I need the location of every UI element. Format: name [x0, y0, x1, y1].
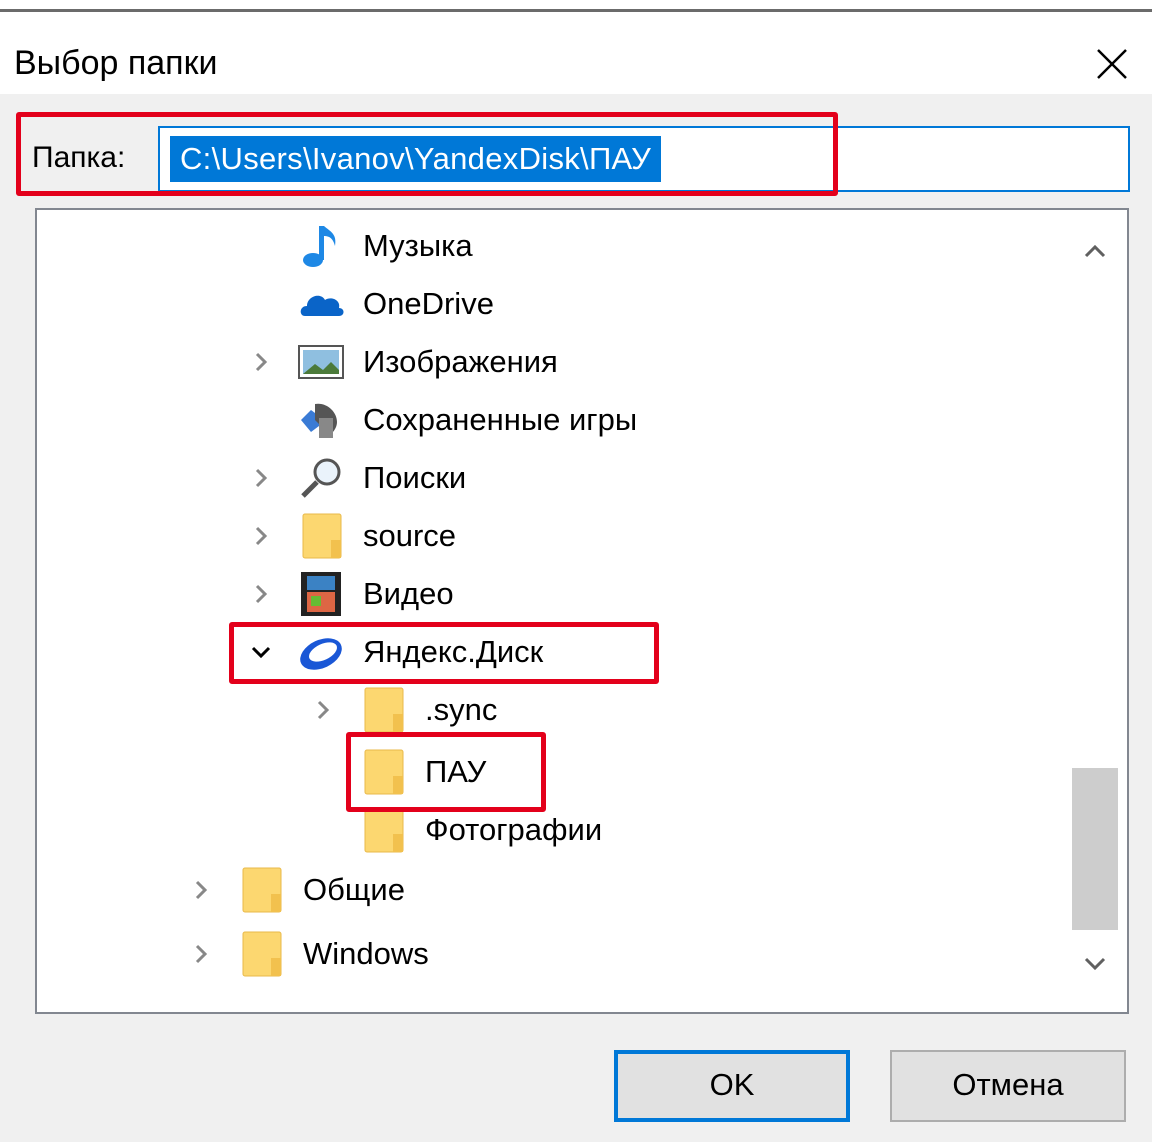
tree-item[interactable]: Видео [37, 566, 1067, 624]
scroll-thumb[interactable] [1072, 768, 1118, 930]
tree-item-label: OneDrive [363, 286, 494, 321]
scroll-up-button[interactable] [1070, 226, 1120, 276]
close-button[interactable] [1088, 40, 1136, 88]
title-bar: Выбор папки [0, 14, 1152, 94]
tree-item-label: Общие [303, 872, 405, 907]
chevron-right-icon[interactable] [247, 580, 275, 608]
path-highlight-box [16, 112, 838, 196]
folder-icon [359, 806, 407, 854]
tree-item[interactable]: Фотографии [37, 802, 1067, 860]
folder-icon [237, 866, 285, 914]
tree-item[interactable]: source [37, 508, 1067, 566]
folder-icon [297, 512, 345, 560]
tree-item[interactable]: Изображения [37, 334, 1067, 392]
search-icon [297, 454, 345, 502]
tree-item-label: .sync [425, 692, 498, 727]
chevron-right-icon[interactable] [187, 876, 215, 904]
chevron-right-icon[interactable] [247, 348, 275, 376]
dialog-title: Выбор папки [14, 44, 218, 82]
tree-item[interactable]: Windows [37, 926, 1067, 984]
tree-item-label: Windows [303, 936, 429, 971]
tree-item-label: Сохраненные игры [363, 402, 638, 437]
tree-item[interactable]: Поиски [37, 450, 1067, 508]
saved-games-icon [297, 396, 345, 444]
tree-item[interactable]: OneDrive [37, 276, 1067, 334]
yandex-disk-highlight-box [229, 622, 659, 684]
chevron-right-icon[interactable] [309, 696, 337, 724]
tree-item-label: Поиски [363, 460, 467, 495]
tree-item[interactable]: .sync [37, 682, 1067, 740]
folder-tree[interactable]: Музыка OneDrive Изображения Сохраненные игр… [35, 208, 1129, 1014]
chevron-down-icon [1084, 957, 1106, 971]
onedrive-icon [297, 280, 345, 328]
tree-item[interactable]: ПАУ [37, 744, 1067, 802]
folder-icon [237, 930, 285, 978]
tree-item-label: Изображения [363, 344, 558, 379]
folder-icon [359, 686, 407, 734]
tree-item[interactable]: Общие [37, 862, 1067, 920]
cancel-button[interactable]: Отмена [890, 1050, 1126, 1122]
scroll-down-button[interactable] [1070, 938, 1120, 988]
tree-item-label: source [363, 518, 457, 553]
video-icon [297, 570, 345, 618]
chevron-up-icon [1084, 244, 1106, 258]
tree-item[interactable]: Музыка [37, 218, 1067, 276]
close-icon [1097, 49, 1127, 79]
chevron-right-icon[interactable] [247, 522, 275, 550]
pau-highlight-box [346, 732, 546, 812]
tree-item-label: Фотографии [425, 812, 603, 847]
window-top-border [0, 0, 1152, 12]
pictures-icon [297, 338, 345, 386]
ok-button[interactable]: OK [614, 1050, 850, 1122]
tree-item[interactable]: Сохраненные игры [37, 392, 1067, 450]
tree-scrollbar[interactable] [1070, 216, 1120, 1008]
tree-item-label: Видео [363, 576, 454, 611]
chevron-right-icon[interactable] [187, 940, 215, 968]
chevron-right-icon[interactable] [247, 464, 275, 492]
music-icon [297, 222, 345, 270]
tree-item-label: Музыка [363, 228, 473, 263]
